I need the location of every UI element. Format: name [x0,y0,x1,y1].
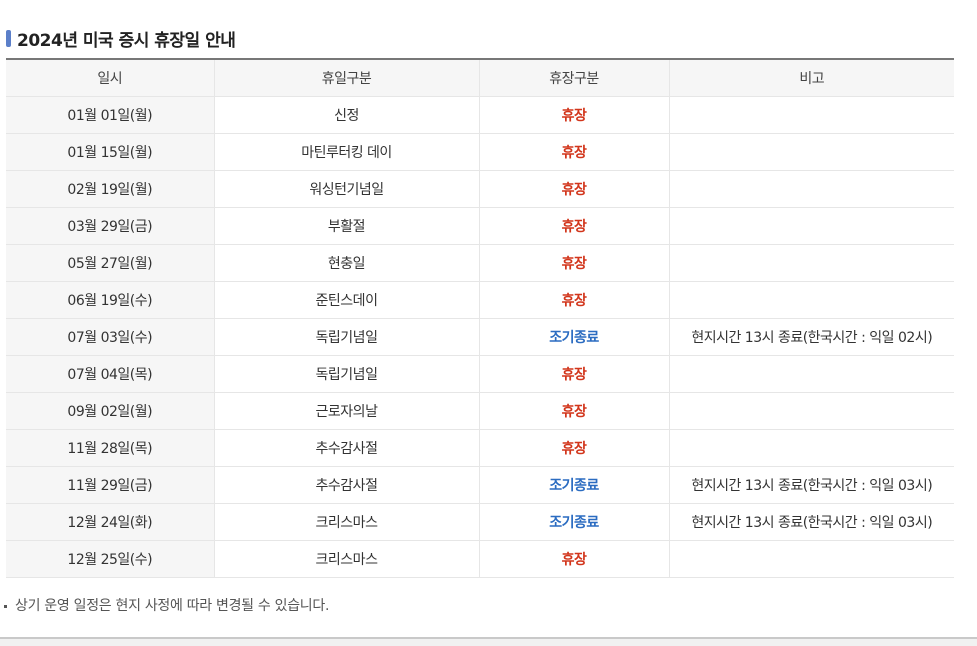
note-cell: 현지시간 13시 종료(한국시간 : 익일 02시) [668,318,954,356]
status-cell: 휴장 [478,281,669,319]
status-closed: 휴장 [561,441,587,457]
section-header: 2024년 미국 증시 휴장일 안내 [6,26,236,51]
status-closed: 휴장 [561,404,587,420]
status-closed: 휴장 [561,182,587,198]
note-cell [668,281,954,319]
column-header-holiday: 휴일구분 [213,59,479,97]
status-cell: 휴장 [478,207,669,245]
date-cell: 02월 19일(월) [6,170,214,208]
note-cell [668,244,954,282]
date-cell: 07월 03일(수) [6,318,214,356]
date-cell: 07월 04일(목) [6,355,214,393]
date-cell: 01월 15일(월) [6,133,214,171]
table-row: 09월 02일(월) 근로자의날 휴장 [6,392,954,430]
status-closed: 휴장 [561,219,587,235]
status-cell: 휴장 [478,133,669,171]
holiday-name-cell: 현충일 [213,244,479,282]
status-cell: 휴장 [478,170,669,208]
table-row: 05월 27일(월) 현충일 휴장 [6,244,954,282]
status-cell: 휴장 [478,429,669,467]
note-cell [668,207,954,245]
date-cell: 12월 25일(수) [6,540,214,578]
date-cell: 03월 29일(금) [6,207,214,245]
holiday-name-cell: 추수감사절 [213,429,479,467]
holiday-table: 일시 휴일구분 휴장구분 비고 01월 01일(월) 신정 휴장 01월 15일(월)… [6,58,954,578]
note-cell [668,429,954,467]
holiday-name-cell: 부활절 [213,207,479,245]
note-cell [668,392,954,430]
table-row: 06월 19일(수) 준틴스데이 휴장 [6,281,954,319]
note-cell [668,96,954,134]
holiday-notice-page: 2024년 미국 증시 휴장일 안내 일시 휴일구분 휴장구분 비고 01월 0… [0,0,977,646]
page-bottom-divider [0,637,977,646]
footnote: 상기 운영 일정은 현지 사정에 따라 변경될 수 있습니다. [4,595,329,615]
status-cell: 휴장 [478,392,669,430]
holiday-name-cell: 크리스마스 [213,540,479,578]
holiday-name-cell: 준틴스데이 [213,281,479,319]
page-title: 2024년 미국 증시 휴장일 안내 [17,30,236,51]
status-early-close: 조기종료 [549,515,599,531]
status-closed: 휴장 [561,256,587,272]
status-cell: 휴장 [478,244,669,282]
note-cell [668,170,954,208]
column-header-date: 일시 [6,59,214,97]
date-cell: 12월 24일(화) [6,503,214,541]
table-row: 11월 28일(목) 추수감사절 휴장 [6,429,954,467]
date-cell: 11월 28일(목) [6,429,214,467]
holiday-name-cell: 추수감사절 [213,466,479,504]
holiday-name-cell: 근로자의날 [213,392,479,430]
holiday-name-cell: 독립기념일 [213,355,479,393]
holiday-name-cell: 크리스마스 [213,503,479,541]
holiday-name-cell: 워싱턴기념일 [213,170,479,208]
table-row: 11월 29일(금) 추수감사절 조기종료 현지시간 13시 종료(한국시간 : 익일… [6,466,954,504]
table-row: 03월 29일(금) 부활절 휴장 [6,207,954,245]
status-closed: 휴장 [561,552,587,568]
column-header-status: 휴장구분 [478,59,669,97]
table-row: 01월 15일(월) 마틴루터킹 데이 휴장 [6,133,954,171]
table-row: 02월 19일(월) 워싱턴기념일 휴장 [6,170,954,208]
status-closed: 휴장 [561,293,587,309]
date-cell: 06월 19일(수) [6,281,214,319]
table-header-row: 일시 휴일구분 휴장구분 비고 [6,59,954,97]
note-cell [668,540,954,578]
column-header-note: 비고 [668,59,954,97]
note-cell [668,355,954,393]
holiday-name-cell: 독립기념일 [213,318,479,356]
holiday-name-cell: 신정 [213,96,479,134]
table-row: 07월 03일(수) 독립기념일 조기종료 현지시간 13시 종료(한국시간 : 익일… [6,318,954,356]
status-closed: 휴장 [561,367,587,383]
footnote-text: 상기 운영 일정은 현지 사정에 따라 변경될 수 있습니다. [15,598,330,614]
table-row: 01월 01일(월) 신정 휴장 [6,96,954,134]
date-cell: 09월 02일(월) [6,392,214,430]
status-cell: 조기종료 [478,466,669,504]
status-cell: 휴장 [478,96,669,134]
bullet-icon [4,604,7,608]
status-cell: 조기종료 [478,318,669,356]
status-early-close: 조기종료 [549,330,599,346]
note-cell: 현지시간 13시 종료(한국시간 : 익일 03시) [668,503,954,541]
status-cell: 휴장 [478,355,669,393]
status-early-close: 조기종료 [549,478,599,494]
status-cell: 조기종료 [478,503,669,541]
status-closed: 휴장 [561,108,587,124]
table-row: 07월 04일(목) 독립기념일 휴장 [6,355,954,393]
date-cell: 11월 29일(금) [6,466,214,504]
holiday-name-cell: 마틴루터킹 데이 [213,133,479,171]
status-cell: 휴장 [478,540,669,578]
note-cell: 현지시간 13시 종료(한국시간 : 익일 03시) [668,466,954,504]
title-accent-bar [6,29,11,47]
table-row: 12월 25일(수) 크리스마스 휴장 [6,540,954,578]
date-cell: 05월 27일(월) [6,244,214,282]
note-cell [668,133,954,171]
table-row: 12월 24일(화) 크리스마스 조기종료 현지시간 13시 종료(한국시간 : 익일… [6,503,954,541]
date-cell: 01월 01일(월) [6,96,214,134]
status-closed: 휴장 [561,145,587,161]
